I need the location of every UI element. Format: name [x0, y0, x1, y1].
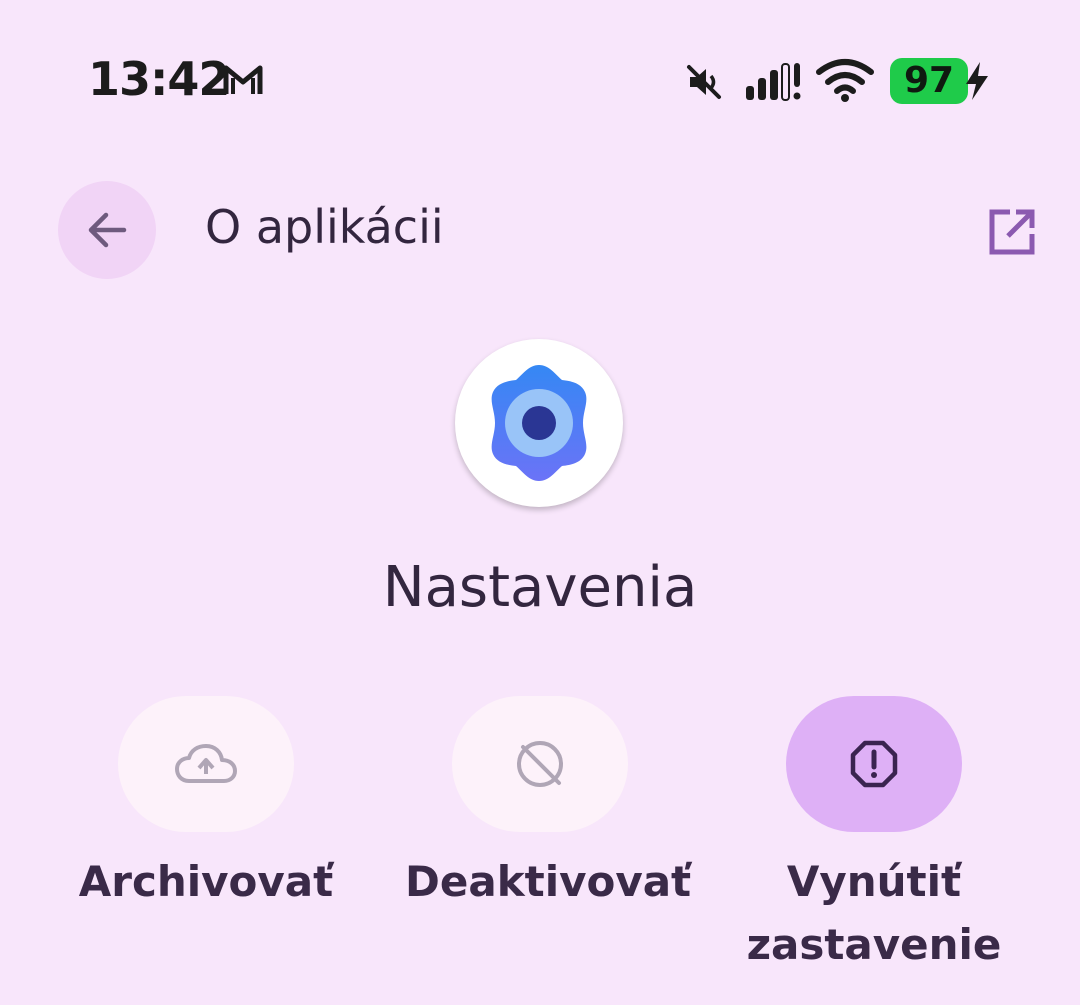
force-stop-label-line2: zastavenie — [746, 920, 1002, 969]
page-title: O aplikácii — [205, 200, 444, 254]
mute-icon — [687, 65, 721, 99]
wifi-icon — [816, 59, 874, 102]
app-name: Nastavenia — [382, 555, 698, 620]
signal-icon — [746, 63, 801, 101]
battery-icon: 97 — [890, 58, 968, 104]
settings-gear-icon — [491, 365, 587, 481]
force-stop-label-line1: Vynútiť — [786, 857, 962, 906]
app-icon — [455, 339, 623, 507]
arrow-left-icon — [88, 212, 127, 248]
archive-label: Archivovať — [78, 857, 334, 906]
status-time: 13:42 — [88, 52, 230, 106]
warning-octagon-icon — [850, 740, 898, 788]
deactivate-button[interactable] — [452, 696, 628, 832]
force-stop-button[interactable] — [786, 696, 962, 832]
force-stop-label: Vynútiť zastavenie — [739, 850, 1009, 976]
disable-icon — [517, 741, 563, 787]
cloud-upload-icon — [175, 744, 237, 783]
gmail-icon — [223, 65, 263, 94]
open-external-icon[interactable] — [986, 206, 1038, 258]
charging-bolt-icon — [966, 62, 988, 100]
force-stop-action: Vynútiť zastavenie — [739, 696, 1009, 976]
deactivate-action: Deaktivovať — [405, 696, 692, 913]
deactivate-label: Deaktivovať — [405, 857, 692, 906]
status-bar: 13:42 97 — [0, 0, 1080, 160]
back-button[interactable] — [58, 181, 156, 279]
archive-button[interactable] — [118, 696, 294, 832]
archive-action: Archivovať — [71, 696, 341, 913]
